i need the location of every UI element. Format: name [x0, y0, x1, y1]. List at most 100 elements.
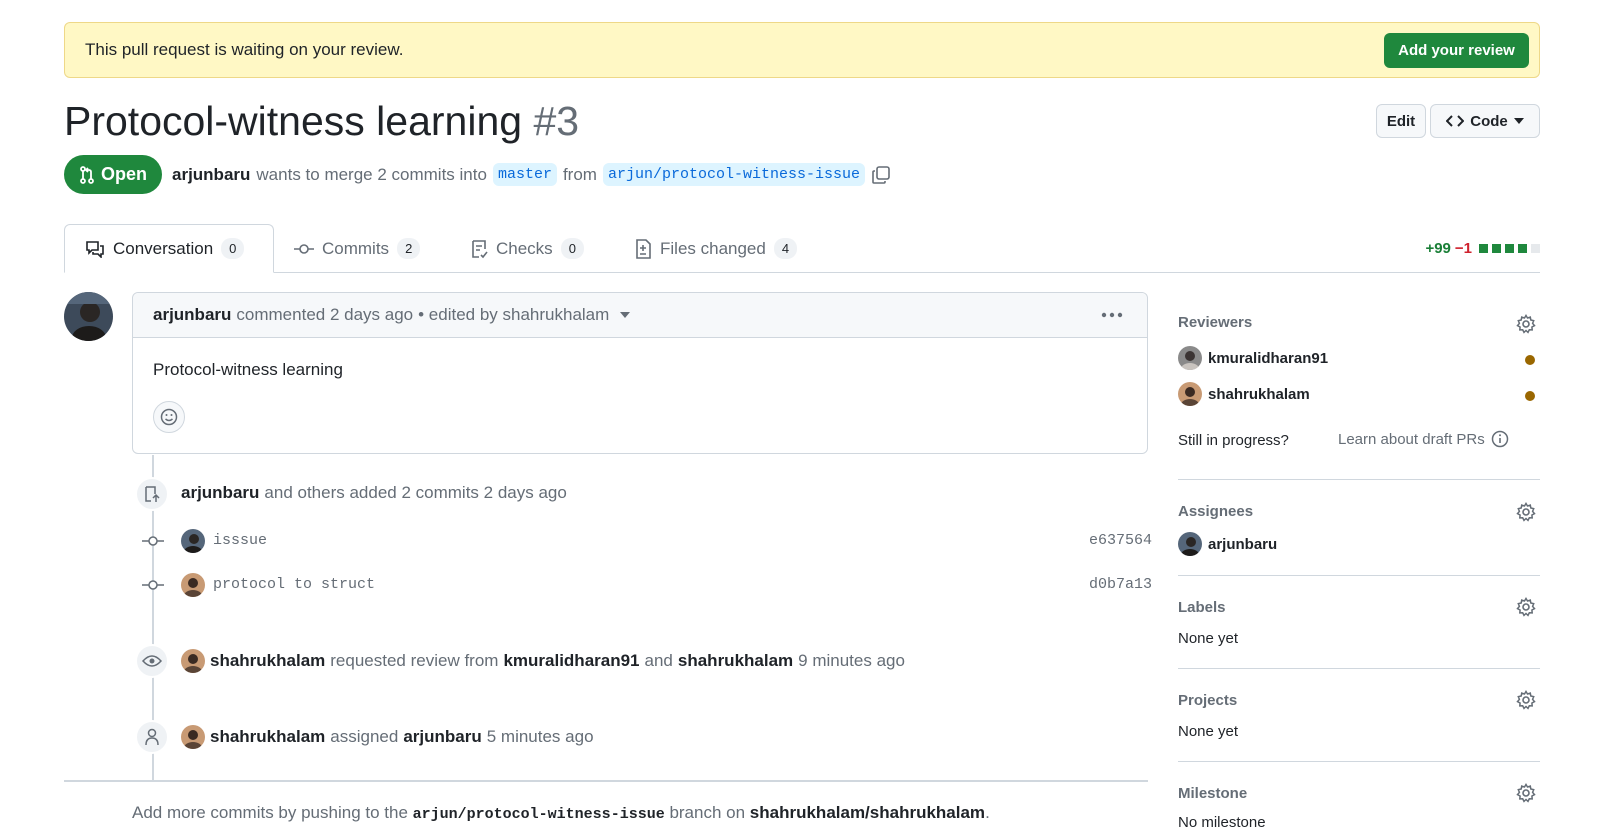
tab-checks-label: Checks	[496, 238, 553, 258]
projects-heading[interactable]: Projects	[1178, 692, 1237, 709]
diffstat: +99 −1	[1425, 240, 1540, 257]
draft-prompt: Still in progress?	[1178, 432, 1289, 449]
assignee-name: arjunbaru	[1208, 535, 1278, 553]
gear-icon[interactable]	[1516, 783, 1536, 803]
commit-message[interactable]: protocol to struct	[213, 576, 375, 593]
diff-block-neutral	[1531, 244, 1540, 253]
assign-badge	[135, 720, 169, 754]
gear-icon[interactable]	[1516, 502, 1536, 522]
commit-icon	[294, 243, 314, 254]
tab-conversation-count: 0	[221, 238, 245, 259]
review-event-and: and	[644, 651, 673, 670]
push-hint: Add more commits by pushing to the arjun…	[132, 803, 990, 823]
gear-icon[interactable]	[1516, 314, 1536, 334]
review-request-event: shahrukhalam requested review from kmura…	[210, 651, 905, 671]
tab-commits[interactable]: Commits 2	[294, 224, 421, 273]
tab-checks[interactable]: Checks 0	[470, 224, 584, 273]
edit-button[interactable]: Edit	[1376, 104, 1426, 138]
draft-link[interactable]: Learn about draft PRs	[1338, 430, 1509, 448]
file-diff-icon	[636, 238, 651, 259]
tab-files-changed[interactable]: Files changed 4	[634, 224, 798, 273]
comment-body: Protocol-witness learning	[153, 360, 343, 379]
state-badge: Open	[64, 155, 162, 194]
push-hint-suffix: .	[985, 803, 990, 822]
pending-review-dot	[1525, 355, 1535, 365]
labels-heading[interactable]: Labels	[1178, 599, 1226, 616]
assign-event-time[interactable]: 5 minutes ago	[487, 727, 594, 747]
avatar[interactable]	[181, 649, 205, 673]
copy-icon[interactable]	[871, 165, 891, 185]
tab-checks-count: 0	[560, 238, 584, 259]
comment-header: arjunbaru commented 2 days ago • edited …	[133, 293, 1147, 338]
page-title: Protocol-witness learning #3	[64, 98, 579, 145]
avatar[interactable]	[181, 573, 205, 597]
review-event-user1[interactable]: kmuralidharan91	[503, 651, 639, 671]
sidebar-divider	[1178, 761, 1540, 762]
avatar[interactable]	[181, 725, 205, 749]
reviewers-heading[interactable]: Reviewers	[1178, 314, 1252, 331]
reviewer-item[interactable]: shahrukhalam	[1178, 382, 1310, 406]
comment-author-avatar[interactable]	[64, 292, 113, 341]
caret-down-icon[interactable]	[620, 312, 631, 318]
eye-icon	[142, 655, 162, 667]
push-hint-branch: arjun/protocol-witness-issue	[412, 806, 665, 823]
projects-value: None yet	[1178, 723, 1239, 740]
checklist-icon	[472, 239, 488, 258]
tab-conversation-label: Conversation	[113, 238, 214, 258]
pr-meta: arjunbaru wants to merge 2 commits into …	[172, 163, 891, 186]
gear-icon[interactable]	[1516, 690, 1536, 710]
reviewer-item[interactable]: kmuralidharan91	[1178, 346, 1328, 370]
tab-commits-label: Commits	[322, 238, 390, 258]
assignees-heading[interactable]: Assignees	[1178, 503, 1253, 520]
repo-push-icon	[145, 486, 160, 502]
push-hint-repo[interactable]: shahrukhalam/shahrukhalam	[750, 803, 985, 822]
avatar	[1178, 382, 1202, 406]
add-review-button[interactable]: Add your review	[1384, 33, 1529, 68]
comment-edited[interactable]: • edited by shahrukhalam	[418, 305, 609, 325]
commits-event-actor[interactable]: arjunbaru	[181, 483, 259, 503]
commits-event-text: and others added 2 commits 2 days ago	[264, 483, 567, 502]
labels-value: None yet	[1178, 630, 1239, 647]
tab-files-changed-label: Files changed	[660, 238, 766, 258]
diff-block	[1479, 244, 1488, 253]
commit-message[interactable]: isssue	[213, 532, 267, 549]
tabs-divider	[64, 272, 1540, 273]
timeline-end-divider	[64, 780, 1148, 782]
commit-sha[interactable]: e637564	[1089, 532, 1152, 549]
review-request-badge	[135, 644, 169, 678]
comment-timestamp[interactable]: commented 2 days ago	[236, 305, 413, 325]
code-icon	[1446, 115, 1465, 127]
review-event-user2[interactable]: shahrukhalam	[678, 651, 793, 671]
review-event-time[interactable]: 9 minutes ago	[798, 651, 905, 671]
repo-push-badge	[135, 477, 169, 511]
smiley-icon	[160, 408, 178, 426]
pr-number: #3	[533, 98, 580, 144]
kebab-menu-icon[interactable]	[1101, 312, 1123, 318]
diff-block	[1492, 244, 1501, 253]
tab-conversation[interactable]: Conversation 0	[64, 224, 274, 273]
pending-review-dot	[1525, 391, 1535, 401]
milestone-value: No milestone	[1178, 814, 1266, 831]
sidebar-divider	[1178, 575, 1540, 576]
head-branch[interactable]: arjun/protocol-witness-issue	[602, 163, 865, 186]
pr-title: Protocol-witness learning	[64, 98, 523, 144]
assignee-item[interactable]: arjunbaru	[1178, 532, 1277, 556]
assign-event-actor[interactable]: shahrukhalam	[210, 727, 325, 747]
commit-icon	[142, 536, 164, 546]
comment-author[interactable]: arjunbaru	[153, 305, 231, 325]
commit-icon	[142, 580, 164, 590]
info-icon	[1491, 430, 1509, 448]
gear-icon[interactable]	[1516, 597, 1536, 617]
add-reaction-button[interactable]	[153, 401, 185, 433]
diff-additions: +99	[1425, 240, 1451, 257]
avatar[interactable]	[181, 529, 205, 553]
review-event-actor[interactable]: shahrukhalam	[210, 651, 325, 671]
code-button-label: Code	[1470, 112, 1508, 130]
base-branch[interactable]: master	[492, 163, 557, 186]
assign-event-text: assigned	[330, 727, 399, 746]
milestone-heading[interactable]: Milestone	[1178, 785, 1247, 802]
assign-event-user[interactable]: arjunbaru	[403, 727, 481, 747]
commit-sha[interactable]: d0b7a13	[1089, 576, 1152, 593]
pr-author-link[interactable]: arjunbaru	[172, 165, 250, 185]
code-button[interactable]: Code	[1430, 104, 1540, 138]
